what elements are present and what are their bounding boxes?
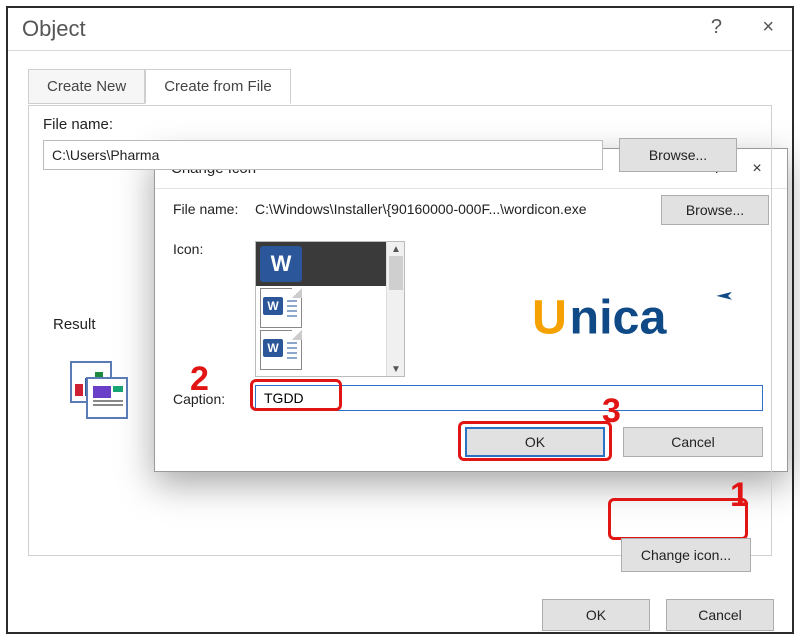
result-icon (65, 356, 129, 420)
result-label: Result (53, 316, 96, 333)
object-dialog-title: Object (22, 16, 86, 42)
tab-create-new[interactable]: Create New (28, 69, 145, 104)
close-icon[interactable]: × (762, 16, 774, 39)
browse-button[interactable]: Browse... (619, 138, 737, 172)
help-icon[interactable]: ? (711, 16, 722, 39)
change-icon-button[interactable]: Change icon... (621, 538, 751, 572)
object-cancel-button[interactable]: Cancel (666, 599, 774, 631)
screenshot-frame: Object ? × Create New Create from File F… (6, 6, 794, 634)
tab-create-from-file[interactable]: Create from File (145, 69, 291, 104)
file-name-label: File name: (43, 116, 113, 133)
object-tabpanel: File name: Browse... Result Change icon.… (28, 105, 772, 556)
object-dialog-body: Create New Create from File File name: B… (8, 50, 792, 632)
object-ok-button[interactable]: OK (542, 599, 650, 631)
object-tabs: Create New Create from File (28, 69, 291, 104)
file-name-input[interactable] (43, 140, 603, 170)
